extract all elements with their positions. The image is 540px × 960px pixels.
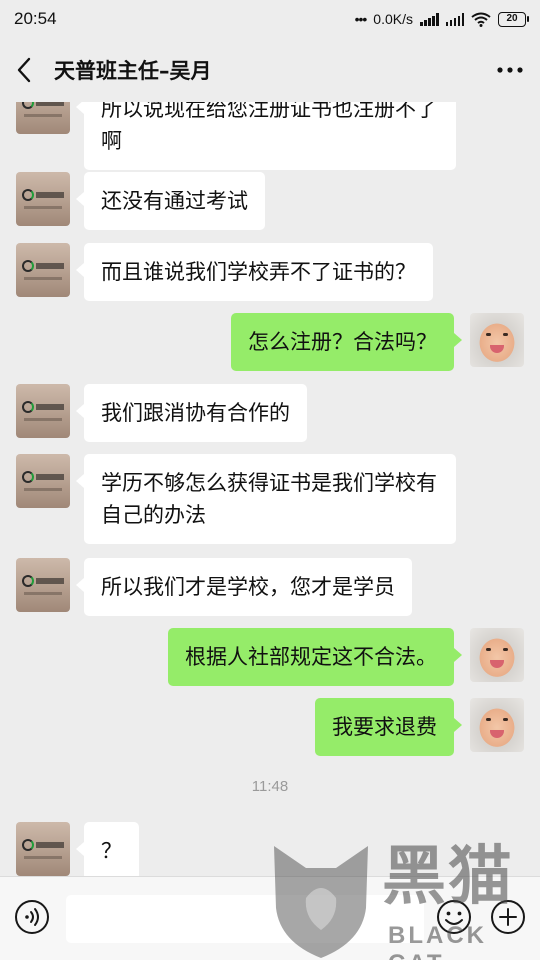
- message-row: 我们跟消协有合作的: [0, 384, 540, 442]
- chat-title: 天普班主任–吴月: [54, 59, 212, 83]
- message-bubble[interactable]: 所以我们才是学校，您才是学员: [76, 558, 412, 616]
- message-bubble[interactable]: 而且谁说我们学校弄不了证书的？: [76, 243, 433, 301]
- message-row: 怎么注册？合法吗？: [0, 313, 540, 371]
- input-bar: [0, 876, 540, 960]
- contact-avatar[interactable]: [16, 454, 70, 508]
- contact-avatar[interactable]: [16, 243, 70, 297]
- message-list[interactable]: 所以说现在给您注册证书也注册不了啊 还没有通过考试 而且谁说我们学校弄不了证书的…: [0, 102, 540, 876]
- message-row: 所以我们才是学校，您才是学员: [0, 558, 540, 616]
- message-row: 根据人社部规定这不合法。: [0, 628, 540, 686]
- chevron-left-icon: [17, 57, 31, 83]
- wifi-icon: [471, 12, 491, 27]
- contact-avatar[interactable]: [16, 558, 70, 612]
- message-bubble[interactable]: 根据人社部规定这不合法。: [168, 628, 462, 686]
- time-divider: 11:48: [251, 778, 289, 795]
- contact-avatar[interactable]: [16, 102, 70, 134]
- emoji-button[interactable]: [436, 899, 472, 935]
- more-options-button[interactable]: [484, 50, 524, 90]
- signal-2-icon: [445, 12, 464, 26]
- message-row: 我要求退费: [0, 698, 540, 756]
- signal-icon: [420, 12, 439, 26]
- self-avatar[interactable]: [470, 698, 524, 752]
- message-row: ？: [0, 822, 540, 876]
- status-bar: 20:54 ••• 0.0K/s 20: [0, 0, 540, 38]
- contact-avatar[interactable]: [16, 172, 70, 226]
- back-button[interactable]: [16, 50, 50, 90]
- message-row: 所以说现在给您注册证书也注册不了啊: [0, 102, 540, 170]
- message-input[interactable]: [66, 895, 424, 943]
- message-bubble[interactable]: 还没有通过考试: [76, 172, 265, 230]
- more-dots-icon: [497, 67, 523, 73]
- message-row: 学历不够怎么获得证书是我们学校有自己的办法: [0, 454, 540, 544]
- battery-icon: 20: [498, 11, 529, 27]
- message-bubble[interactable]: 我们跟消协有合作的: [76, 384, 307, 442]
- message-bubble[interactable]: 怎么注册？合法吗？: [231, 313, 462, 371]
- status-indicators: ••• 0.0K/s 20: [354, 11, 529, 27]
- message-bubble[interactable]: ？: [76, 822, 139, 876]
- notification-dots-icon: •••: [354, 11, 368, 27]
- contact-avatar[interactable]: [16, 384, 70, 438]
- message-bubble[interactable]: 所以说现在给您注册证书也注册不了啊: [76, 102, 456, 170]
- message-row: 而且谁说我们学校弄不了证书的？: [0, 243, 540, 301]
- self-avatar[interactable]: [470, 628, 524, 682]
- contact-avatar[interactable]: [16, 822, 70, 876]
- message-row: 还没有通过考试: [0, 172, 540, 230]
- more-functions-button[interactable]: [490, 899, 526, 935]
- chat-header: 天普班主任–吴月: [0, 38, 540, 102]
- message-bubble[interactable]: 我要求退费: [315, 698, 462, 756]
- plus-icon: [491, 900, 525, 934]
- self-avatar[interactable]: [470, 313, 524, 367]
- chat-screen: 20:54 ••• 0.0K/s 20 天普班主任–吴月 所以说现在给您注册证书…: [0, 0, 540, 960]
- voice-input-button[interactable]: [14, 899, 50, 935]
- net-speed: 0.0K/s: [373, 11, 413, 27]
- battery-level: 20: [506, 13, 518, 24]
- emoji-icon: [437, 900, 471, 934]
- voice-icon: [15, 900, 49, 934]
- status-time: 20:54: [14, 9, 57, 28]
- message-bubble[interactable]: 学历不够怎么获得证书是我们学校有自己的办法: [76, 454, 456, 544]
